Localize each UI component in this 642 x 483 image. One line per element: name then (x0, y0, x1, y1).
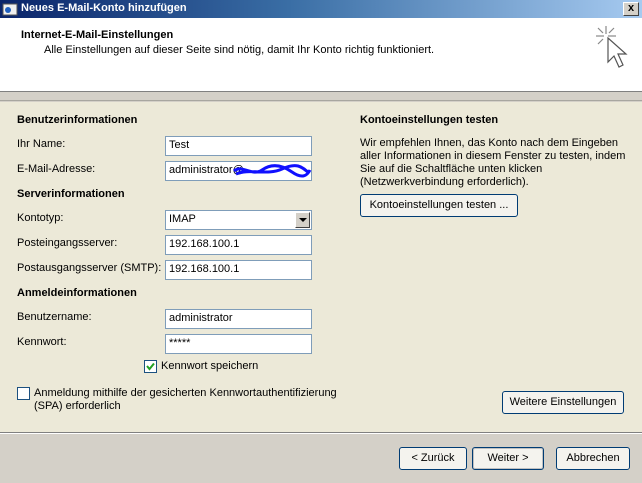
page-title: Internet-E-Mail-Einstellungen (21, 29, 174, 41)
account-type-select[interactable]: IMAP (165, 210, 312, 230)
checkmark-icon (146, 362, 155, 371)
spa-label-line2: (SPA) erforderlich (34, 400, 121, 412)
close-button[interactable]: x (623, 2, 639, 16)
close-icon: x (627, 2, 635, 14)
test-settings-heading: Kontoeinstellungen testen (360, 114, 499, 126)
incoming-server-label: Posteingangsserver: (17, 237, 118, 249)
outgoing-server-label: Postausgangsserver (SMTP): (17, 262, 162, 274)
title-bar: Neues E-Mail-Konto hinzufügen x (0, 0, 642, 18)
remember-password-checkbox[interactable] (144, 360, 157, 373)
more-settings-button[interactable]: Weitere Einstellungen (502, 391, 624, 414)
back-button[interactable]: < Zurück (399, 447, 467, 470)
user-info-heading: Benutzerinformationen (17, 114, 138, 126)
page-subtitle: Alle Einstellungen auf dieser Seite sind… (44, 44, 435, 56)
header-separator (0, 92, 642, 101)
test-settings-description-3: Sie auf die Schaltfläche unten klicken (360, 163, 543, 175)
outlook-icon (2, 3, 18, 16)
password-input[interactable]: ***** (165, 334, 312, 354)
username-label: Benutzername: (17, 311, 92, 323)
outgoing-server-input[interactable]: 192.168.100.1 (165, 260, 312, 280)
footer-divider (0, 433, 642, 434)
email-label: E-Mail-Adresse: (17, 163, 96, 175)
redaction-scribble (233, 164, 312, 178)
login-info-heading: Anmeldeinformationen (17, 287, 137, 299)
spa-label-line1: Anmeldung mithilfe der gesicherten Kennw… (34, 387, 337, 399)
wizard-header: Internet-E-Mail-Einstellungen Alle Einst… (0, 18, 642, 92)
account-type-label: Kontotyp: (17, 212, 64, 224)
remember-password-label: Kennwort speichern (161, 360, 259, 372)
incoming-server-input[interactable]: 192.168.100.1 (165, 235, 312, 255)
dropdown-button[interactable] (295, 212, 310, 228)
spa-checkbox[interactable] (17, 387, 30, 400)
test-settings-description-2: aller Informationen in diesem Fenster zu… (360, 150, 626, 162)
wizard-footer (0, 432, 642, 483)
username-input[interactable]: administrator (165, 309, 312, 329)
name-input[interactable]: Test (165, 136, 312, 156)
server-info-heading: Serverinformationen (17, 188, 125, 200)
chevron-down-icon (299, 218, 307, 222)
cancel-button[interactable]: Abbrechen (556, 447, 630, 470)
test-account-settings-button[interactable]: Kontoeinstellungen testen ... (360, 194, 518, 217)
account-type-value: IMAP (169, 213, 196, 225)
cursor-sparkle-icon (596, 26, 628, 68)
next-button[interactable]: Weiter > (472, 447, 544, 470)
test-settings-description-4: (Netzwerkverbindung erforderlich). (360, 176, 529, 188)
name-label: Ihr Name: (17, 138, 66, 150)
password-label: Kennwort: (17, 336, 67, 348)
window-title: Neues E-Mail-Konto hinzufügen (21, 2, 187, 14)
test-settings-description-1: Wir empfehlen Ihnen, das Konto nach dem … (360, 137, 619, 149)
